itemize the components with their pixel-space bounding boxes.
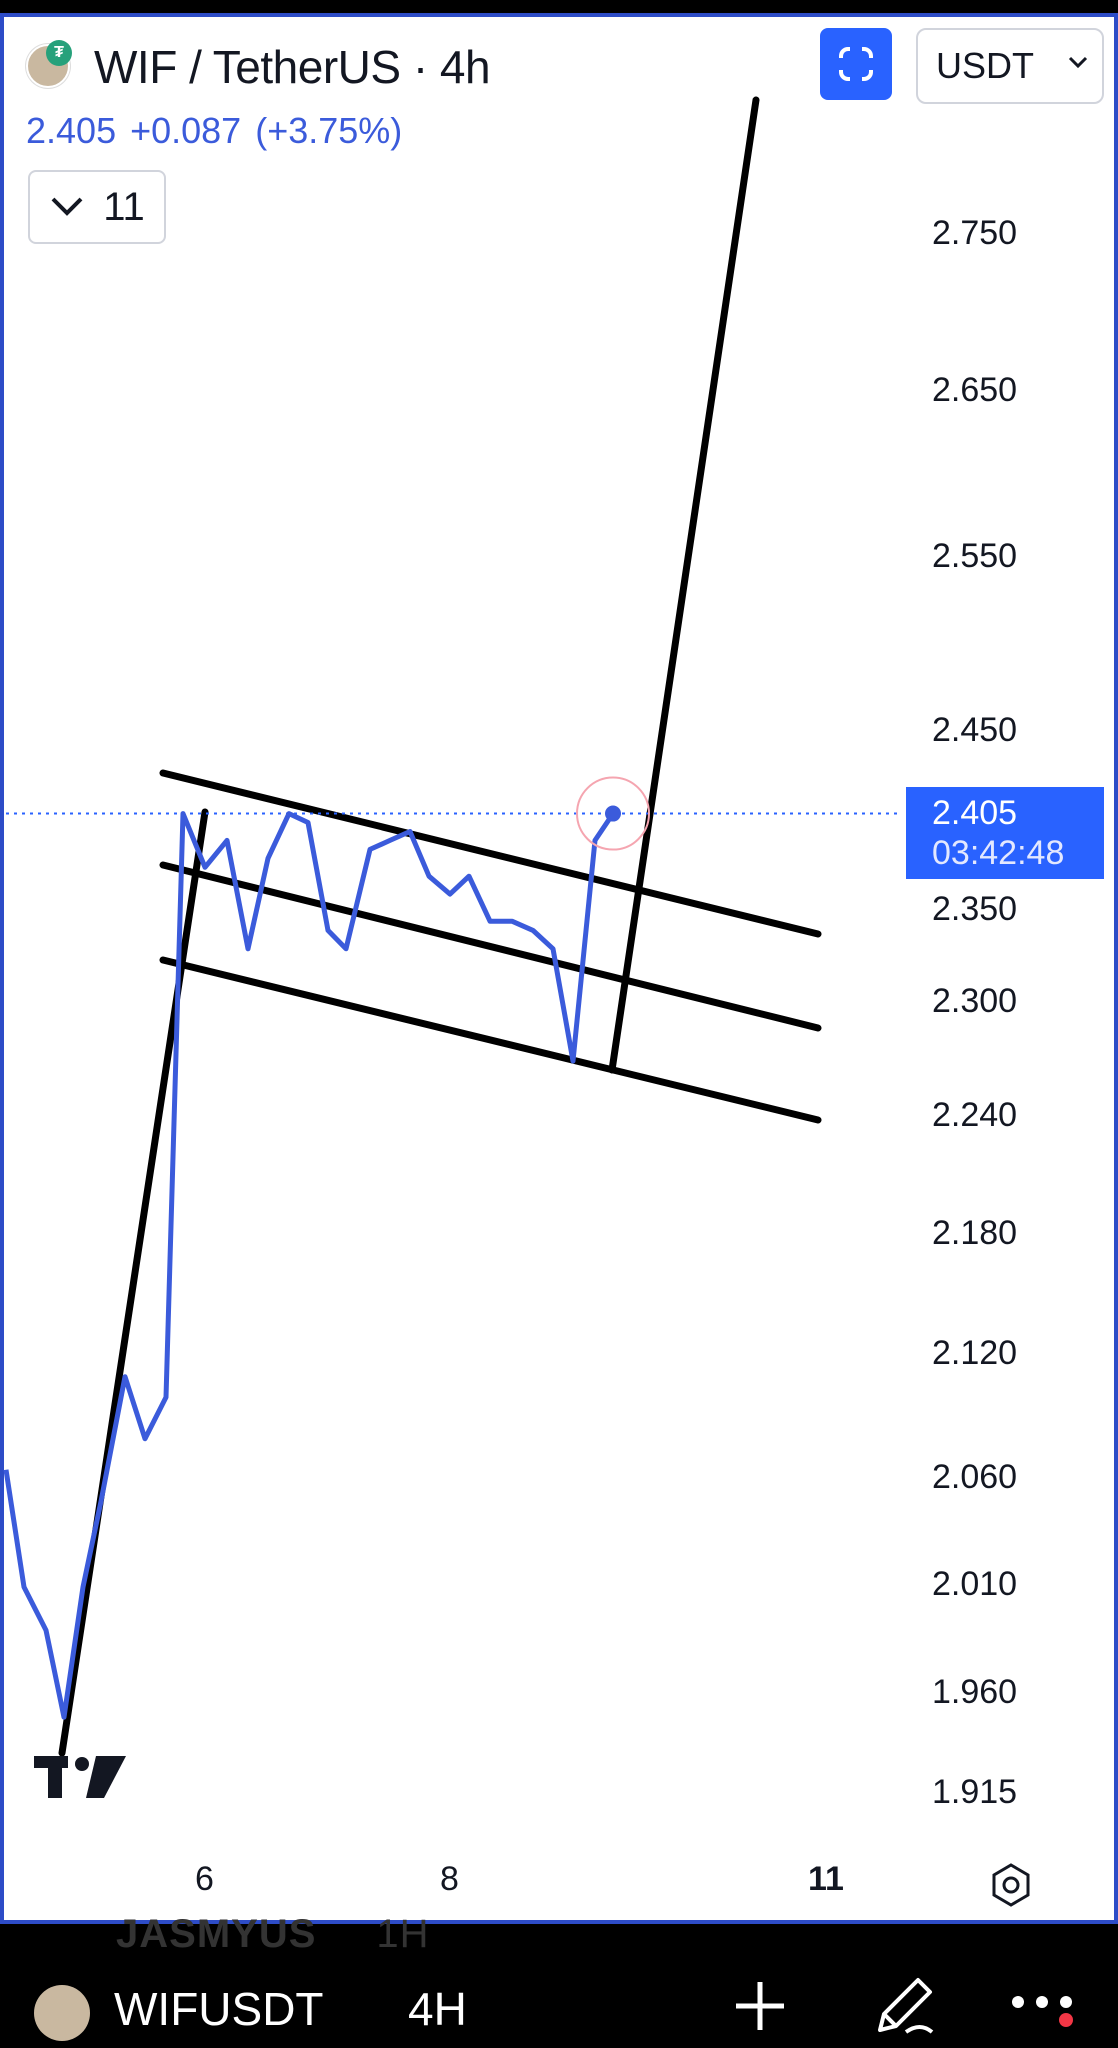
projection-trendline: [608, 96, 760, 1074]
x-tick-label: 8: [440, 1860, 459, 1898]
current-price-value: 2.405: [932, 794, 1018, 832]
y-tick-label: 2.750: [932, 214, 1018, 252]
price-change-pct: (+3.75%): [255, 110, 403, 151]
add-icon[interactable]: [730, 1976, 790, 2036]
y-tick-label: 1.960: [932, 1673, 1018, 1711]
bottom-interval-button[interactable]: 4H: [408, 1982, 467, 2036]
chart-canvas[interactable]: [0, 0, 1118, 1924]
fullscreen-icon: [838, 46, 874, 82]
tradingview-logo-icon: [34, 1756, 126, 1798]
y-tick-label: 2.650: [932, 371, 1018, 409]
chart-settings-icon[interactable]: [988, 1862, 1034, 1908]
x-tick-label: 11: [808, 1860, 844, 1898]
tether-icon: ₮: [46, 40, 72, 66]
current-price-label: 2.405 03:42:48: [906, 787, 1104, 879]
pole-trendline: [58, 808, 209, 1757]
symbol-avatar[interactable]: [34, 1985, 90, 2041]
x-tick-label: 6: [195, 1860, 214, 1898]
y-tick-label: 2.010: [932, 1565, 1018, 1603]
channel-upper-line: [159, 769, 822, 938]
fullscreen-button[interactable]: [820, 28, 892, 100]
chevron-down-icon: [51, 197, 83, 216]
currency-select[interactable]: USDT: [916, 28, 1104, 104]
channel-lower-line: [159, 956, 822, 1124]
price-change: +0.087: [130, 110, 242, 151]
chevron-down-icon: [1068, 56, 1088, 69]
indicators-toggle-button[interactable]: 11: [28, 170, 166, 244]
more-icon[interactable]: [1010, 1990, 1074, 2030]
last-price-point: [605, 805, 621, 822]
chart-title[interactable]: WIF / TetherUS · 4h: [94, 40, 491, 94]
indicators-count: 11: [103, 184, 145, 229]
y-tick-label: 2.180: [932, 1214, 1018, 1252]
pen-icon[interactable]: [870, 1970, 940, 2040]
y-tick-label: 2.450: [932, 711, 1018, 749]
last-price: 2.405: [26, 110, 117, 151]
bar-countdown: 03:42:48: [932, 834, 1065, 872]
y-tick-label: 2.120: [932, 1334, 1018, 1372]
ghost-symbol-text: JASMYUS 1H: [116, 1912, 430, 1956]
y-tick-label: 2.240: [932, 1096, 1018, 1134]
price-change-line: 2.405 +0.087 (+3.75%): [26, 110, 416, 152]
price-series-line: [3, 811, 616, 1720]
y-tick-label: 2.550: [932, 537, 1018, 575]
y-tick-label: 1.915: [932, 1773, 1018, 1811]
bottom-symbol-button[interactable]: WIFUSDT: [114, 1982, 324, 2036]
y-tick-label: 2.060: [932, 1458, 1018, 1496]
y-tick-label: 2.350: [932, 890, 1018, 928]
currency-value: USDT: [936, 45, 1034, 86]
y-tick-label: 2.300: [932, 982, 1018, 1020]
